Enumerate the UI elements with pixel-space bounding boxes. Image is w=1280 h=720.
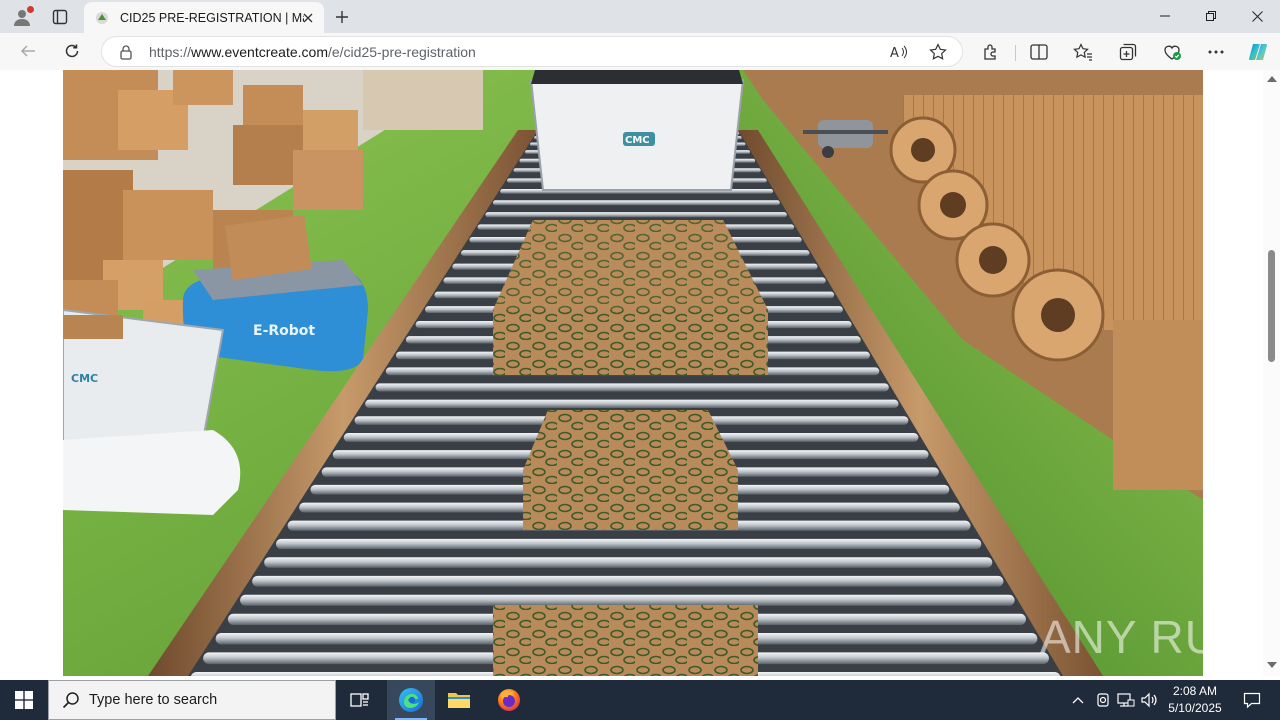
browser-essentials-icon bbox=[1164, 45, 1181, 60]
white-bin: CMC bbox=[529, 70, 745, 191]
title-bar: CID25 PRE-REGISTRATION | May bbox=[0, 0, 1280, 33]
scroll-down-arrow-icon[interactable] bbox=[1267, 662, 1277, 668]
tray-network-button[interactable] bbox=[1116, 690, 1136, 710]
copilot-button[interactable] bbox=[1245, 39, 1271, 65]
taskbar-clock[interactable]: 2:08 AM 5/10/2025 bbox=[1160, 683, 1230, 717]
back-button[interactable] bbox=[13, 37, 43, 65]
toolbar-separator bbox=[1015, 45, 1016, 61]
refresh-icon bbox=[65, 44, 79, 58]
scrollbar-thumb[interactable] bbox=[1268, 250, 1275, 362]
conveyor-roller bbox=[485, 212, 787, 218]
edge-icon bbox=[399, 688, 423, 712]
copilot-icon bbox=[1248, 43, 1268, 61]
taskbar-firefox[interactable] bbox=[485, 680, 533, 720]
url-scheme: https:// bbox=[149, 44, 192, 60]
minimize-button[interactable] bbox=[1142, 0, 1188, 32]
crate-brand-left: CMC bbox=[71, 372, 98, 385]
extensions-button[interactable] bbox=[978, 39, 1004, 65]
profile-notification-dot bbox=[27, 6, 34, 13]
conveyor-roller bbox=[492, 200, 780, 206]
plus-icon bbox=[336, 11, 348, 23]
clock-time: 2:08 AM bbox=[1172, 684, 1218, 698]
firefox-icon bbox=[498, 689, 520, 711]
back-arrow-icon bbox=[20, 45, 35, 57]
tab-active[interactable]: CID25 PRE-REGISTRATION | May bbox=[84, 2, 324, 33]
start-button[interactable] bbox=[0, 680, 48, 720]
favorites-button[interactable] bbox=[1070, 39, 1096, 65]
restore-button[interactable] bbox=[1188, 0, 1234, 32]
read-aloud-button[interactable]: A bbox=[888, 42, 910, 62]
task-view-button[interactable] bbox=[336, 680, 384, 720]
page-viewport: E-Robot CMC CMC ANY RUN bbox=[0, 70, 1280, 680]
collections-icon bbox=[1119, 43, 1137, 61]
extensions-icon bbox=[984, 44, 996, 60]
close-icon bbox=[1251, 10, 1263, 22]
lock-icon[interactable] bbox=[118, 44, 134, 60]
tray-overflow-button[interactable] bbox=[1068, 690, 1088, 710]
tray-meet-button[interactable] bbox=[1093, 690, 1113, 710]
browser-essentials-button[interactable] bbox=[1159, 39, 1185, 65]
scroll-up-arrow-icon[interactable] bbox=[1267, 76, 1277, 82]
conveyor-roller bbox=[275, 538, 982, 550]
eventcreate-favicon-icon bbox=[94, 10, 110, 26]
anyrun-watermark: ANY RUN bbox=[1040, 611, 1254, 663]
hero-illustration: E-Robot CMC CMC bbox=[63, 70, 1203, 676]
clock-date: 5/10/2025 bbox=[1168, 701, 1222, 715]
page-scrollbar[interactable] bbox=[1263, 70, 1280, 676]
minimize-icon bbox=[1160, 15, 1170, 17]
chevron-up-icon bbox=[1072, 697, 1084, 704]
split-screen-button[interactable] bbox=[1026, 39, 1052, 65]
tray-volume-button[interactable] bbox=[1140, 690, 1160, 710]
conveyor-roller bbox=[264, 557, 993, 568]
collections-button[interactable] bbox=[1115, 39, 1141, 65]
folder-icon bbox=[448, 693, 470, 708]
tab-actions-icon bbox=[52, 9, 68, 25]
conveyor-roller bbox=[252, 575, 1004, 587]
windows-taskbar: Type here to search 2:08 AM 5/10/2025 bbox=[0, 680, 1280, 720]
svg-text:A: A bbox=[890, 46, 899, 60]
notification-icon bbox=[1243, 692, 1261, 709]
hero-image: E-Robot CMC CMC bbox=[63, 70, 1203, 676]
bin-brand: CMC bbox=[625, 135, 650, 146]
notification-center-button[interactable] bbox=[1232, 680, 1272, 720]
network-icon bbox=[1117, 693, 1135, 707]
address-bar[interactable]: https://www.eventcreate.com/e/cid25-pre-… bbox=[101, 36, 963, 67]
conveyor-roller bbox=[365, 399, 899, 409]
search-icon bbox=[61, 690, 81, 710]
tab-close-button[interactable] bbox=[300, 10, 316, 26]
favorite-button[interactable] bbox=[927, 42, 949, 62]
read-aloud-icon: A bbox=[890, 45, 907, 60]
more-icon bbox=[1208, 50, 1224, 54]
search-placeholder: Type here to search bbox=[89, 692, 218, 708]
conveyor-roller bbox=[240, 594, 1015, 606]
refresh-button[interactable] bbox=[57, 37, 87, 65]
windows-logo-icon bbox=[15, 691, 33, 709]
close-window-button[interactable] bbox=[1234, 0, 1280, 32]
robot-label: E-Robot bbox=[253, 323, 315, 339]
more-button[interactable] bbox=[1203, 39, 1229, 65]
close-icon bbox=[303, 13, 313, 23]
taskbar-edge[interactable] bbox=[387, 680, 435, 720]
taskbar-search-box[interactable]: Type here to search bbox=[48, 680, 336, 720]
taskbar-file-explorer[interactable] bbox=[435, 680, 483, 720]
profile-button[interactable] bbox=[8, 4, 36, 30]
browser-toolbar: https://www.eventcreate.com/e/cid25-pre-… bbox=[0, 33, 1280, 70]
volume-icon bbox=[1141, 692, 1157, 708]
favorite-star-icon bbox=[929, 43, 947, 60]
conveyor-boxes bbox=[493, 220, 768, 676]
url-host: www.eventcreate.com bbox=[191, 44, 328, 60]
tab-title: CID25 PRE-REGISTRATION | May bbox=[120, 10, 304, 25]
device-icon bbox=[1097, 693, 1109, 707]
favorites-icon bbox=[1073, 43, 1092, 61]
split-screen-icon bbox=[1030, 44, 1048, 60]
url-text[interactable]: https://www.eventcreate.com/e/cid25-pre-… bbox=[149, 44, 476, 60]
tab-actions-button[interactable] bbox=[46, 4, 74, 30]
conveyor-roller bbox=[375, 383, 889, 392]
url-path: /e/cid25-pre-registration bbox=[327, 44, 476, 60]
new-tab-button[interactable] bbox=[330, 5, 354, 29]
task-view-icon bbox=[350, 693, 369, 707]
restore-icon bbox=[1206, 11, 1216, 21]
